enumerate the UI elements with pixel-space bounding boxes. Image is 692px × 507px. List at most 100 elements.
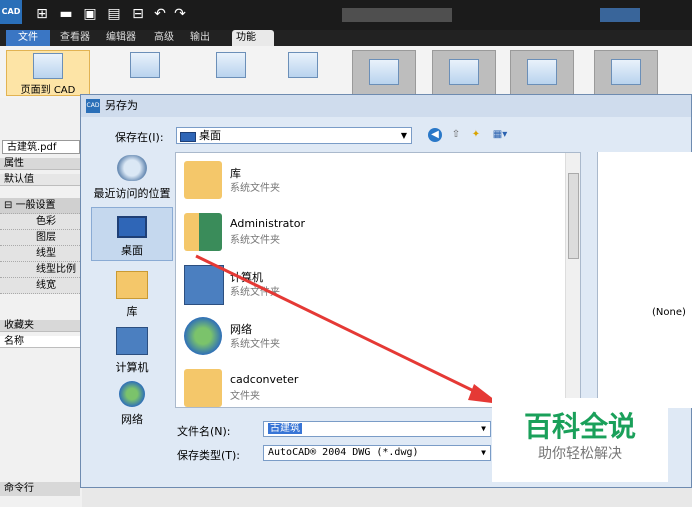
page-to-cad-button[interactable]: 页面到 CAD bbox=[6, 50, 90, 96]
general-settings-row[interactable]: ⊟ 一般设置 bbox=[0, 198, 82, 214]
up-folder-icon[interactable]: ⇧ bbox=[449, 128, 463, 142]
search-doc-icon bbox=[369, 59, 399, 85]
place-network-label: 网络 bbox=[121, 413, 143, 426]
printer-icon bbox=[288, 52, 318, 78]
computer-icon bbox=[116, 327, 148, 355]
user-folder-icon bbox=[184, 213, 222, 251]
recent-places-icon bbox=[117, 155, 147, 181]
dialog-title: 另存为 bbox=[105, 99, 138, 112]
ribbon-button-4[interactable] bbox=[268, 50, 338, 94]
file-desc: 文件夹 bbox=[230, 391, 260, 402]
title-bar: CAD ⊞ ▬ ▣ ▤ ⊟ ↶ ↷ bbox=[0, 0, 692, 30]
save-in-value: 桌面 bbox=[199, 129, 221, 142]
filename-input[interactable]: 古建筑 ▼ bbox=[263, 421, 491, 437]
back-icon[interactable]: ◀ bbox=[428, 128, 442, 142]
view-menu-icon[interactable]: ▦▾ bbox=[489, 128, 511, 142]
preview-pane: (None) bbox=[597, 152, 692, 408]
new-icon[interactable]: ⊞ bbox=[34, 6, 50, 22]
file-desc: 系统文件夹 bbox=[230, 339, 280, 350]
page-to-cad-label: 页面到 CAD bbox=[20, 85, 76, 96]
folder-icon bbox=[184, 369, 222, 407]
file-desc: 系统文件夹 bbox=[230, 183, 280, 194]
file-list: 库 系统文件夹 Administrator 系统文件夹 计算机 系统文件夹 网络… bbox=[175, 152, 581, 408]
menu-bar: 文件 查看器 编辑器 高级 输出 功能 bbox=[0, 30, 692, 46]
chevron-down-icon: ▼ bbox=[481, 448, 486, 457]
export-icon bbox=[216, 52, 246, 78]
place-library-label: 库 bbox=[126, 305, 138, 318]
file-item-computer[interactable]: 计算机 系统文件夹 bbox=[180, 261, 560, 309]
save-as-icon[interactable]: ▤ bbox=[106, 6, 122, 22]
prop-row-color[interactable]: 色彩 bbox=[0, 214, 82, 230]
convert-icon bbox=[130, 52, 160, 78]
save-icon[interactable]: ▣ bbox=[82, 6, 98, 22]
watermark-title: 百科全说 bbox=[523, 410, 636, 443]
menu-editor[interactable]: 编辑器 bbox=[102, 30, 140, 46]
scrollbar-thumb[interactable] bbox=[568, 173, 579, 259]
file-desc: 系统文件夹 bbox=[230, 235, 280, 246]
place-recent-label: 最近访问的位置 bbox=[93, 187, 171, 200]
preview-text: (None) bbox=[652, 307, 686, 318]
file-desc: 系统文件夹 bbox=[230, 287, 280, 298]
filetype-select[interactable]: AutoCAD® 2004 DWG (*.dwg) ▼ bbox=[263, 445, 491, 461]
file-item-library[interactable]: 库 系统文件夹 bbox=[180, 157, 560, 205]
blurred-title bbox=[342, 8, 452, 22]
filetype-value: AutoCAD® 2004 DWG (*.dwg) bbox=[268, 447, 419, 458]
save-in-label: 保存在(I): bbox=[115, 131, 164, 144]
menu-advanced[interactable]: 高级 bbox=[150, 30, 178, 46]
save-in-select[interactable]: 桌面 ▼ bbox=[176, 127, 412, 144]
place-network[interactable]: 网络 bbox=[91, 381, 173, 427]
place-library[interactable]: 库 bbox=[91, 271, 173, 319]
network-icon bbox=[119, 381, 145, 407]
filename-value: 古建筑 bbox=[268, 423, 302, 434]
prop-row-linetype[interactable]: 线型 bbox=[0, 246, 82, 262]
file-item-administrator[interactable]: Administrator 系统文件夹 bbox=[180, 209, 560, 257]
properties-header: 属性 bbox=[0, 158, 82, 170]
dialog-title-bar: CAD 另存为 bbox=[81, 95, 691, 117]
file-tab[interactable]: 古建筑.pdf bbox=[2, 140, 80, 154]
library-folder-icon bbox=[184, 161, 222, 199]
redo-icon[interactable]: ↷ bbox=[172, 6, 188, 22]
chevron-down-icon: ▼ bbox=[481, 424, 486, 433]
prop-row-lineweight[interactable]: 线宽 bbox=[0, 278, 82, 294]
name-header: 名称 bbox=[0, 336, 82, 348]
ribbon: 页面到 CAD bbox=[0, 46, 692, 99]
place-desktop[interactable]: 桌面 bbox=[91, 207, 173, 261]
ribbon-button-5[interactable] bbox=[352, 50, 416, 96]
undo-icon[interactable]: ↶ bbox=[152, 6, 168, 22]
measure-icon bbox=[449, 59, 479, 85]
favorites-header: 收藏夹 bbox=[0, 320, 82, 332]
filetype-label: 保存类型(T): bbox=[177, 449, 241, 462]
library-icon bbox=[116, 271, 148, 299]
menu-file[interactable]: 文件 bbox=[6, 30, 50, 46]
ribbon-button-6[interactable] bbox=[432, 50, 496, 96]
default-header: 默认值 bbox=[0, 174, 82, 186]
page-to-cad-icon bbox=[33, 53, 63, 79]
watermark: 百科全说 助你轻松解决 bbox=[492, 398, 668, 482]
ribbon-button-2[interactable] bbox=[110, 50, 180, 94]
place-recent[interactable]: 最近访问的位置 bbox=[91, 155, 173, 201]
file-list-scrollbar[interactable] bbox=[565, 153, 580, 407]
file-item-network[interactable]: 网络 系统文件夹 bbox=[180, 313, 560, 361]
ribbon-button-8[interactable] bbox=[594, 50, 658, 96]
app-logo: CAD bbox=[0, 0, 22, 24]
prop-row-linetype-scale[interactable]: 线型比例 bbox=[0, 262, 82, 278]
menu-viewer[interactable]: 查看器 bbox=[56, 30, 94, 46]
file-name: cadconveter bbox=[230, 373, 299, 386]
print-icon[interactable]: ⊟ bbox=[130, 6, 146, 22]
prop-row-layer[interactable]: 图层 bbox=[0, 230, 82, 246]
blurred-status bbox=[600, 8, 640, 22]
file-tab-label: 古建筑.pdf bbox=[7, 142, 57, 153]
place-computer[interactable]: 计算机 bbox=[91, 327, 173, 375]
menu-output[interactable]: 输出 bbox=[186, 30, 214, 46]
cad-icon: CAD bbox=[86, 99, 100, 113]
new-folder-icon[interactable]: ✦ bbox=[469, 128, 483, 142]
desktop-place-icon bbox=[117, 216, 147, 238]
ribbon-button-3[interactable] bbox=[196, 50, 266, 94]
command-line-label: 命令行 bbox=[0, 482, 80, 496]
ribbon-button-7[interactable] bbox=[510, 50, 574, 96]
open-folder-icon[interactable]: ▬ bbox=[58, 6, 74, 22]
filename-label: 文件名(N): bbox=[177, 425, 231, 438]
watermark-subtitle: 助你轻松解决 bbox=[538, 446, 622, 462]
menu-function[interactable]: 功能 bbox=[232, 30, 274, 46]
place-desktop-label: 桌面 bbox=[121, 244, 143, 257]
